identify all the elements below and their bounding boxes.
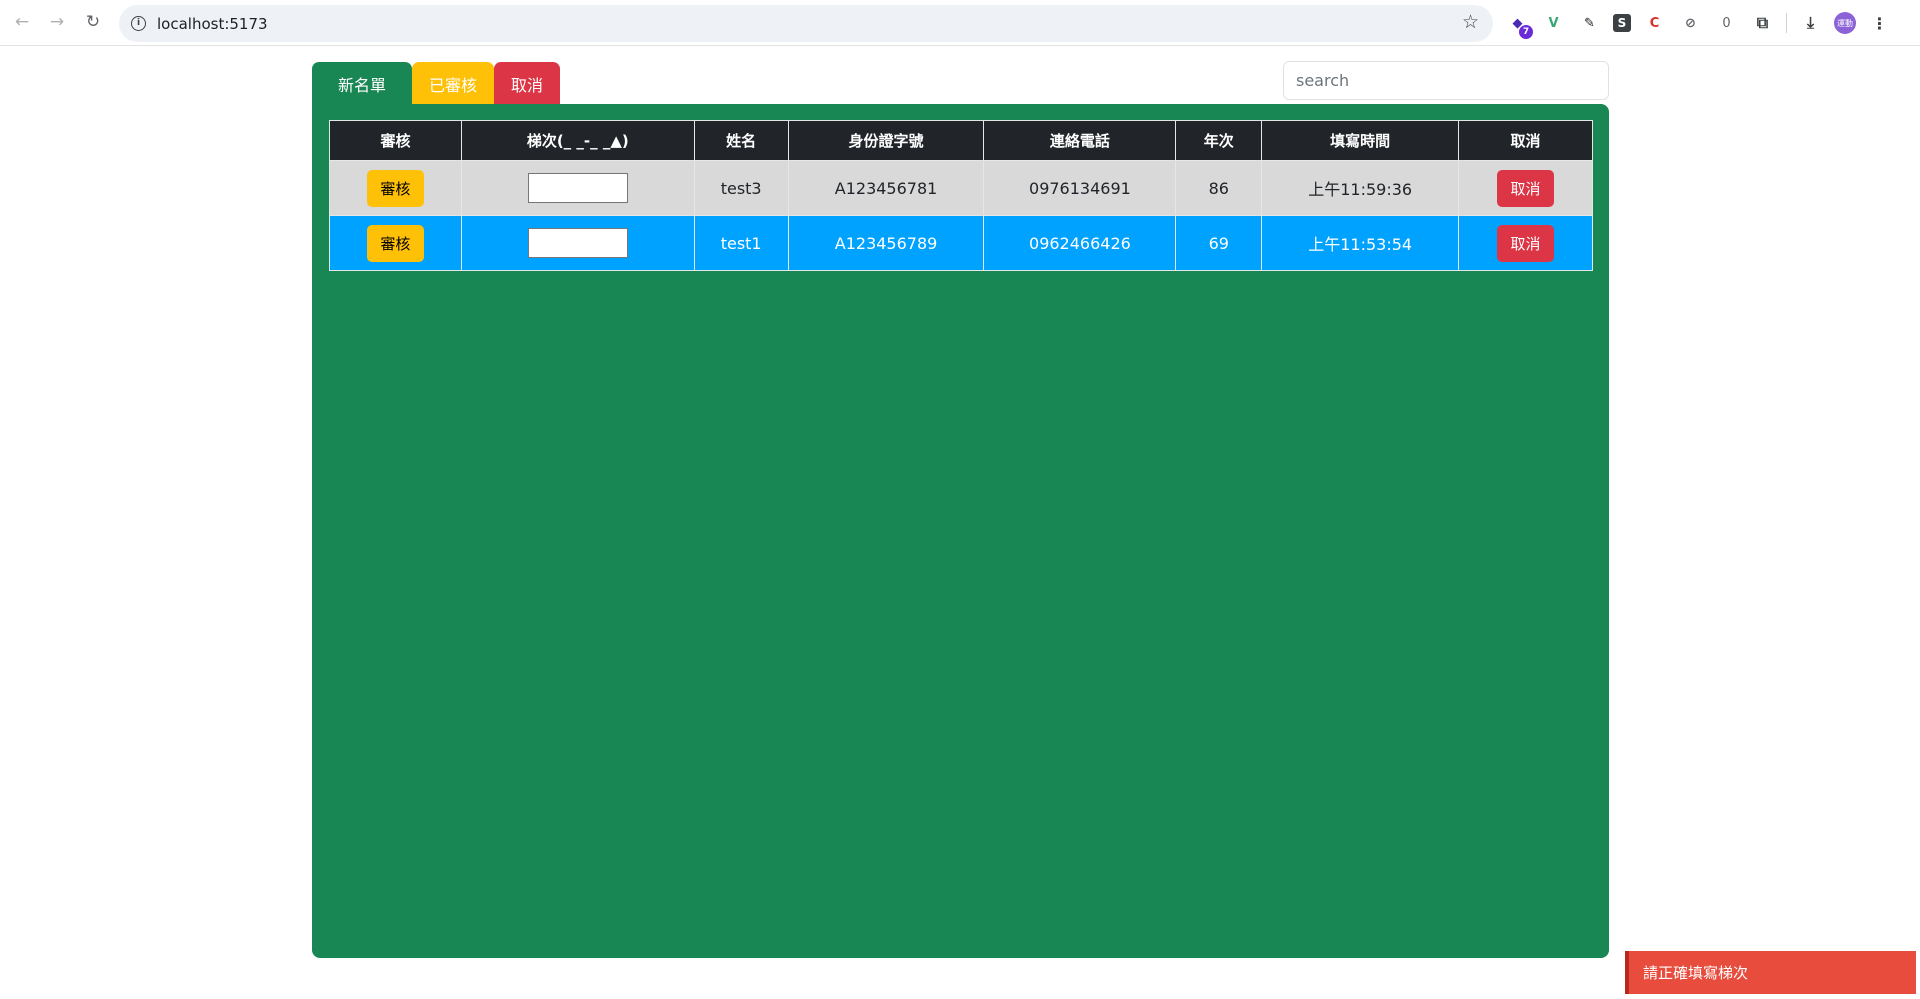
tab-cancelled[interactable]: 取消 <box>494 62 560 106</box>
table-row[interactable]: 審核 test1 A123456789 0962466426 69 上午11:5… <box>329 215 1593 271</box>
address-bar[interactable]: i localhost:5173 ☆ <box>119 5 1493 42</box>
content-panel: 審核 梯次(_ _-_ _▲) 姓名 身份證字號 連絡電話 年次 填寫時間 取消… <box>312 104 1609 958</box>
header-cancel: 取消 <box>1458 120 1593 161</box>
c-extension-icon[interactable]: C <box>1642 11 1667 36</box>
header-time: 填寫時間 <box>1261 120 1460 161</box>
applicant-table: 審核 梯次(_ _-_ _▲) 姓名 身份證字號 連絡電話 年次 填寫時間 取消… <box>329 120 1593 271</box>
menu-kebab-icon[interactable]: ⋮ <box>1867 11 1892 36</box>
forward-arrow-icon[interactable]: → <box>45 10 69 34</box>
url-text[interactable]: localhost:5173 <box>157 15 268 33</box>
header-id-number: 身份證字號 <box>787 120 985 161</box>
bookmark-star-icon[interactable]: ☆ <box>1462 11 1479 33</box>
reload-icon[interactable]: ↻ <box>81 10 105 34</box>
approve-button[interactable]: 審核 <box>366 169 424 207</box>
cancel-button[interactable]: 取消 <box>1497 169 1555 207</box>
table-row[interactable]: 審核 test3 A123456781 0976134691 86 上午11:5… <box>329 160 1593 216</box>
extension-shield-icon[interactable]: ◆ 7 <box>1505 11 1533 39</box>
approve-button[interactable]: 審核 <box>366 224 424 262</box>
tab-approved[interactable]: 已審核 <box>412 62 494 106</box>
extensions-area: ◆ 7 V ✎ S C ⊘ 0 ⧉ ⤓ 運動 ⋮ <box>1505 10 1892 39</box>
birth-year-cell: 69 <box>1175 215 1263 271</box>
error-toast[interactable]: 請正確填寫梯次 <box>1625 951 1916 994</box>
toolbar-divider <box>1786 13 1787 33</box>
header-approve: 審核 <box>329 120 462 161</box>
zero-extension-icon[interactable]: 0 <box>1714 11 1739 36</box>
name-cell: test3 <box>693 160 789 216</box>
level-input[interactable] <box>527 173 628 203</box>
approve-cell: 審核 <box>329 160 462 216</box>
extension-badge: 7 <box>1519 24 1533 39</box>
time-cell: 上午11:59:36 <box>1261 160 1460 216</box>
cancel-button[interactable]: 取消 <box>1497 224 1555 262</box>
s-extension-icon[interactable]: S <box>1613 14 1631 32</box>
profile-avatar[interactable]: 運動 <box>1834 12 1856 34</box>
download-icon[interactable]: ⤓ <box>1798 11 1823 36</box>
approve-cell: 審核 <box>329 215 462 271</box>
search-input[interactable] <box>1283 61 1609 100</box>
header-name: 姓名 <box>693 120 789 161</box>
header-phone: 連絡電話 <box>983 120 1177 161</box>
browser-toolbar: ← → ↻ i localhost:5173 ☆ ◆ 7 V ✎ S C ⊘ 0 … <box>0 0 1920 46</box>
cancel-cell: 取消 <box>1458 160 1593 216</box>
back-arrow-icon[interactable]: ← <box>10 10 34 34</box>
toast-message: 請正確填寫梯次 <box>1643 964 1749 982</box>
phone-cell: 0962466426 <box>983 215 1177 271</box>
link-extension-icon[interactable]: ⊘ <box>1678 11 1703 36</box>
birth-year-cell: 86 <box>1175 160 1263 216</box>
id-number-cell: A123456781 <box>787 160 985 216</box>
puzzle-icon[interactable]: ⧉ <box>1750 11 1775 36</box>
level-input[interactable] <box>527 228 628 258</box>
level-cell <box>460 160 695 216</box>
name-cell: test1 <box>693 215 789 271</box>
tab-new-list[interactable]: 新名單 <box>312 62 412 106</box>
header-birth-year: 年次 <box>1175 120 1263 161</box>
phone-cell: 0976134691 <box>983 160 1177 216</box>
table-header-row: 審核 梯次(_ _-_ _▲) 姓名 身份證字號 連絡電話 年次 填寫時間 取消 <box>329 120 1593 161</box>
level-cell <box>460 215 695 271</box>
site-info-icon[interactable]: i <box>131 16 146 31</box>
cancel-cell: 取消 <box>1458 215 1593 271</box>
id-number-cell: A123456789 <box>787 215 985 271</box>
color-picker-icon[interactable]: ✎ <box>1577 11 1602 36</box>
vue-devtools-icon[interactable]: V <box>1541 11 1566 36</box>
time-cell: 上午11:53:54 <box>1261 215 1460 271</box>
header-level[interactable]: 梯次(_ _-_ _▲) <box>460 120 695 161</box>
